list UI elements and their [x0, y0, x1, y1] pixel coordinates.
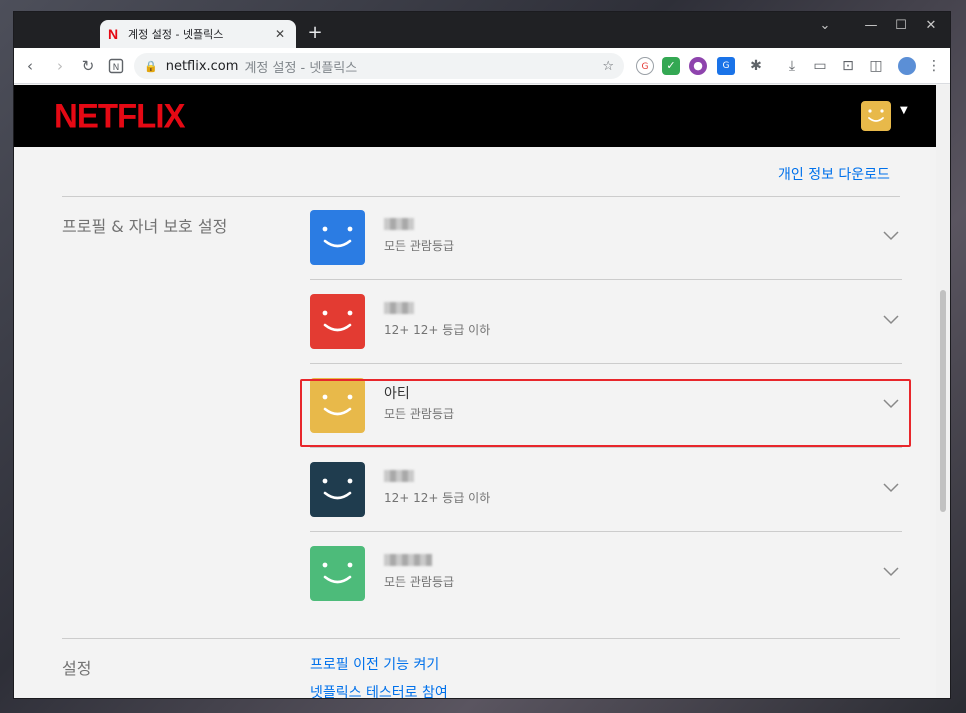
download-personal-info-link[interactable]: 개인 정보 다운로드	[778, 164, 890, 184]
address-bar[interactable]: 🔒 netflix.com 계정 설정 - 넷플릭스 ☆	[134, 53, 624, 79]
profile-row[interactable]: 12+ 12+ 등급 이하	[310, 279, 902, 363]
url-path: 계정 설정 - 넷플릭스	[244, 60, 358, 76]
download-icon[interactable]: ⤓	[782, 56, 802, 76]
new-tab-button[interactable]: +	[304, 22, 326, 44]
settings-section-label: 설정	[62, 659, 92, 678]
profile-row[interactable]: 모든 관람등급	[310, 531, 902, 615]
header-profile-avatar[interactable]	[861, 101, 891, 131]
profile-extension-icon[interactable]: ●	[689, 57, 707, 75]
reload-icon[interactable]: ↻	[78, 56, 98, 76]
profile-avatar[interactable]	[310, 462, 365, 517]
video-capture-icon[interactable]: ▭	[810, 56, 830, 76]
forward-icon[interactable]: ›	[50, 56, 70, 76]
back-icon[interactable]: ‹	[20, 56, 40, 76]
profile-avatar[interactable]	[310, 546, 365, 601]
tab-close-icon[interactable]: ✕	[272, 27, 288, 41]
blurred-name	[384, 470, 414, 482]
url-host: netflix.com	[165, 58, 239, 74]
profile-rating: 모든 관람등급	[384, 239, 455, 253]
profile-row[interactable]: 12+ 12+ 등급 이하	[310, 447, 902, 531]
tab-title: 계정 설정 - 넷플릭스	[128, 28, 224, 41]
netflix-tester-link[interactable]: 넷플릭스 테스터로 참여	[310, 682, 448, 698]
netflix-favicon-icon: N	[108, 26, 119, 42]
highlight-box	[300, 379, 911, 447]
netflix-header: NETFLIX ▼	[14, 85, 936, 147]
profiles-section-label: 프로필 & 자녀 보호 설정	[62, 217, 228, 236]
screenshot-icon[interactable]: ⊡	[838, 56, 858, 76]
page-scrollbar[interactable]	[936, 85, 950, 698]
profile-avatar[interactable]	[310, 210, 365, 265]
tab-netflix-account[interactable]: N 계정 설정 - 넷플릭스 ✕	[100, 20, 296, 48]
scrollbar-thumb[interactable]	[940, 290, 946, 512]
profile-rating: 12+ 12+ 등급 이하	[384, 323, 491, 337]
browser-window: N 계정 설정 - 넷플릭스 ✕ + ⌄ — ☐ ✕ ‹ › ↻ N 🔒 net…	[14, 12, 950, 698]
profile-rating: 모든 관람등급	[384, 575, 455, 589]
extension-g-icon[interactable]: G	[636, 57, 654, 75]
blurred-name	[384, 554, 432, 566]
notion-extension-icon[interactable]: N	[106, 56, 126, 76]
tab-search-icon[interactable]: ⌄	[810, 16, 840, 36]
blurred-name	[384, 302, 414, 314]
profile-transfer-link[interactable]: 프로필 이전 기능 켜기	[310, 654, 439, 674]
page-content: NETFLIX ▼ 개인 정보 다운로드 프로필 & 자녀 보호 설정 모든 관…	[14, 85, 936, 698]
profile-name	[384, 299, 414, 317]
menu-kebab-icon[interactable]: ⋮	[924, 56, 944, 76]
side-panel-icon[interactable]: ◫	[866, 56, 886, 76]
profile-name	[384, 551, 432, 569]
browser-toolbar: ‹ › ↻ N 🔒 netflix.com 계정 설정 - 넷플릭스 ☆ G ✓…	[14, 48, 950, 84]
user-avatar-icon[interactable]	[898, 57, 916, 75]
shield-extension-icon[interactable]: ✓	[662, 57, 680, 75]
section-divider	[62, 638, 900, 639]
profile-name	[384, 215, 414, 233]
lock-icon: 🔒	[144, 59, 158, 73]
translate-extension-icon[interactable]: G	[717, 57, 735, 75]
tab-bar: N 계정 설정 - 넷플릭스 ✕ + ⌄ — ☐ ✕	[14, 12, 950, 48]
profile-name	[384, 467, 414, 485]
close-window-button[interactable]: ✕	[916, 16, 946, 36]
chevron-down-icon[interactable]	[880, 225, 902, 247]
chevron-down-icon[interactable]	[880, 477, 902, 499]
maximize-button[interactable]: ☐	[886, 16, 916, 36]
profile-avatar[interactable]	[310, 294, 365, 349]
bookmark-star-icon[interactable]: ☆	[602, 59, 614, 74]
chevron-down-icon[interactable]	[880, 309, 902, 331]
profile-rating: 12+ 12+ 등급 이하	[384, 491, 491, 505]
netflix-logo[interactable]: NETFLIX	[54, 96, 185, 136]
chevron-down-icon[interactable]	[880, 561, 902, 583]
blurred-name	[384, 218, 414, 230]
minimize-button[interactable]: —	[856, 16, 886, 36]
profile-row[interactable]: 모든 관람등급	[310, 195, 902, 279]
extensions-puzzle-icon[interactable]: ✱	[746, 56, 766, 76]
svg-text:N: N	[113, 63, 120, 73]
caret-down-icon[interactable]: ▼	[900, 105, 908, 116]
